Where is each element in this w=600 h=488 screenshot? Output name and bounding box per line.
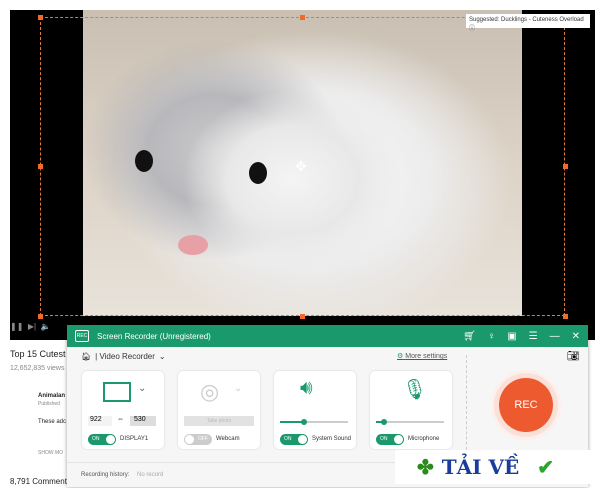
microphone-icon[interactable]: 🎙︎ xyxy=(402,377,427,402)
chevron-down-icon[interactable]: ⌄ xyxy=(138,383,146,394)
take-photo-button[interactable]: Take photo xyxy=(184,416,254,426)
webcam-label: Webcam xyxy=(216,436,240,442)
resize-handle[interactable] xyxy=(38,15,43,20)
gear-icon[interactable]: ⚙ xyxy=(397,353,403,360)
screenshot-camera-icon[interactable]: 📷︎ xyxy=(567,351,580,362)
suggestion-text: Suggested: Ducklings - Cuteness Overload xyxy=(469,17,584,23)
microphone-slider[interactable] xyxy=(376,419,444,425)
clover-icon: ✤ xyxy=(417,455,434,479)
system-sound-slider[interactable] xyxy=(280,419,348,425)
system-sound-toggle[interactable]: ON xyxy=(280,434,308,445)
published-date: Published xyxy=(38,401,60,407)
monitor-icon[interactable] xyxy=(103,382,131,402)
rec-button[interactable]: REC xyxy=(499,378,553,432)
suggestion-card[interactable]: Suggested: Ducklings - Cuteness Overload… xyxy=(466,14,590,32)
cart-icon[interactable]: 🛒︎ xyxy=(463,331,476,342)
title-bar[interactable]: REC Screen Recorder (Unregistered) 🛒︎ ♀ … xyxy=(67,325,588,347)
app-logo: REC xyxy=(75,330,89,342)
resize-handle[interactable] xyxy=(300,314,305,319)
key-icon[interactable]: ♀ xyxy=(488,331,496,342)
show-more-link[interactable]: SHOW MO xyxy=(38,450,63,456)
height-input[interactable]: 530 xyxy=(130,416,156,426)
webcam-toggle[interactable]: OFF xyxy=(184,434,212,445)
minimize-icon[interactable]: — xyxy=(550,331,560,342)
mode-selector[interactable]: | Video Recorder xyxy=(95,352,155,361)
resize-handle[interactable] xyxy=(300,15,305,20)
microphone-card: 🎙︎ ON Microphone xyxy=(370,371,452,449)
close-icon[interactable]: ✕ xyxy=(572,331,580,342)
comment-count: 8,791 Comments xyxy=(10,477,71,486)
home-icon[interactable]: 🏠︎ xyxy=(81,352,91,361)
history-label: Recording history: xyxy=(81,472,130,478)
resize-handle[interactable] xyxy=(38,314,43,319)
feedback-icon[interactable]: ▣ xyxy=(507,331,516,342)
move-icon[interactable]: ✥ xyxy=(295,158,307,175)
microphone-toggle[interactable]: ON xyxy=(376,434,404,445)
system-sound-label: System Sound xyxy=(312,436,352,442)
view-count: 12,652,835 views xyxy=(10,365,65,372)
webcam-icon[interactable]: ◎ xyxy=(200,379,219,405)
menu-icon[interactable]: ☰ xyxy=(529,331,538,342)
chevron-down-icon[interactable]: ⌄ xyxy=(159,352,166,361)
width-input[interactable]: 922 xyxy=(88,416,112,426)
resize-handle[interactable] xyxy=(38,164,43,169)
info-icon[interactable]: ⓘ xyxy=(469,26,475,32)
more-settings-link[interactable]: More settings xyxy=(405,353,447,360)
webcam-card: ◎ ⌄ Take photo OFF Webcam xyxy=(178,371,260,449)
speaker-icon[interactable]: 🔊︎ xyxy=(300,377,313,400)
window-title: Screen Recorder (Unregistered) xyxy=(97,331,211,341)
resize-handle[interactable] xyxy=(563,164,568,169)
history-value[interactable]: No record xyxy=(137,472,163,478)
chevron-down-icon[interactable]: ⌄ xyxy=(234,383,242,394)
video-title[interactable]: Top 15 Cutest E xyxy=(10,349,74,359)
description: These adc xyxy=(38,419,67,425)
link-ratio-icon[interactable]: ⇔ xyxy=(117,416,124,423)
channel-name[interactable]: Animalan xyxy=(38,393,65,399)
display-toggle[interactable]: ON xyxy=(88,434,116,445)
display-select[interactable]: DISPLAY1 xyxy=(120,436,148,442)
watermark: ✤ TẢI VỀ ✔ xyxy=(395,450,595,484)
system-sound-card: 🔊︎ ON System Sound xyxy=(274,371,356,449)
microphone-label: Microphone xyxy=(408,436,440,442)
display-card: ⌄ 922 ⇔ 530 ON DISPLAY1 xyxy=(82,371,164,449)
divider xyxy=(466,355,467,465)
checkmark-icon: ✔ xyxy=(537,455,555,479)
resize-handle[interactable] xyxy=(563,314,568,319)
player-controls[interactable]: ❚❚ ▶| 🔈 xyxy=(10,322,51,331)
watermark-text: TẢI VỀ xyxy=(441,455,520,479)
